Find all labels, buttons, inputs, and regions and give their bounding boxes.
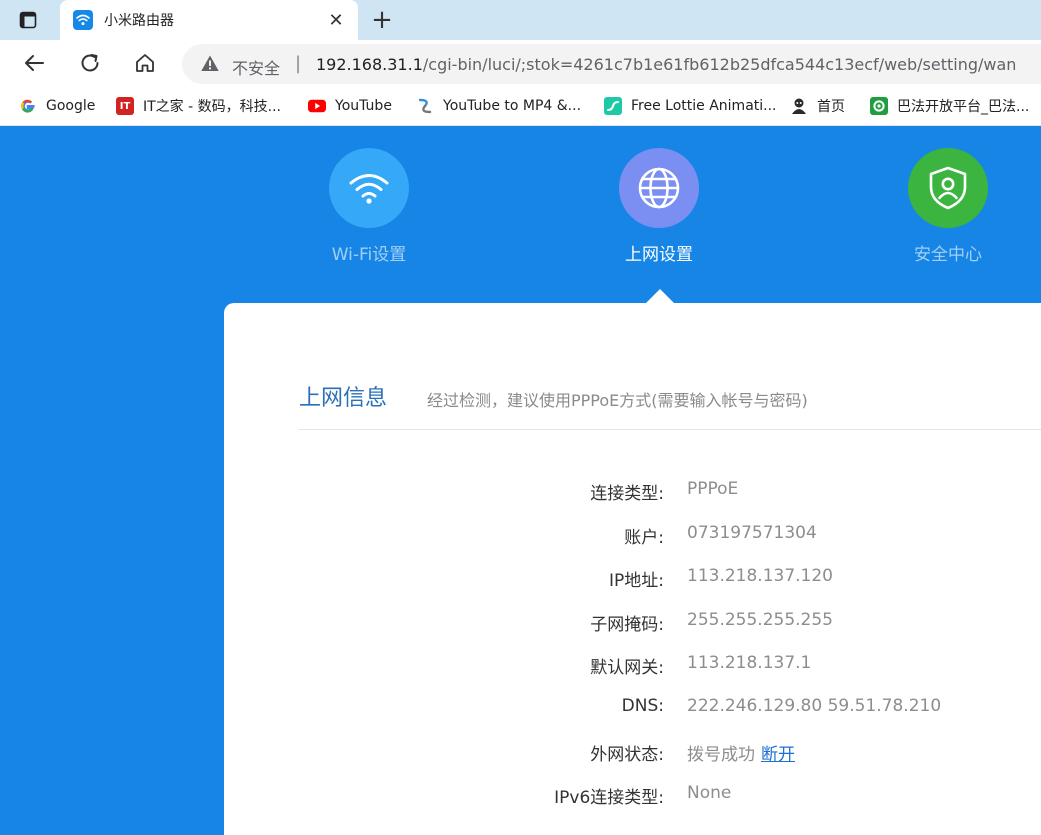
globe-icon xyxy=(619,148,699,228)
row-value: PPPoE xyxy=(687,479,739,499)
info-row-dns: DNS: 222.246.129.80 59.51.78.210 xyxy=(224,696,1041,720)
youtube-icon xyxy=(308,97,326,115)
back-button[interactable] xyxy=(19,48,49,78)
nav-label: 上网设置 xyxy=(625,245,693,265)
bookmark-ithome[interactable]: IT IT之家 - 数码，科技... xyxy=(116,95,281,117)
info-row-wan-status: 外网状态: 拨号成功 断开 xyxy=(224,740,1041,765)
active-nav-pointer xyxy=(646,289,674,303)
bookmark-label: 巴法开放平台_巴法... xyxy=(897,99,1030,115)
new-tab-button[interactable]: + xyxy=(368,6,396,34)
lottie-icon xyxy=(604,97,622,115)
reload-icon xyxy=(81,54,99,72)
row-value: 113.218.137.1 xyxy=(687,653,812,673)
row-value: None xyxy=(687,783,732,803)
url-text[interactable]: 192.168.31.1/cgi-bin/luci/;stok=4261c7b1… xyxy=(316,55,1016,74)
info-row-account: 账户: 073197571304 xyxy=(224,523,1041,548)
ithome-icon: IT xyxy=(116,97,134,115)
row-value-group: 拨号成功 断开 xyxy=(687,740,795,765)
window-icon xyxy=(19,11,37,29)
nav-label: Wi-Fi设置 xyxy=(331,245,407,265)
bookmark-label: Free Lottie Animati... xyxy=(631,98,777,114)
wifi-favicon-icon xyxy=(73,10,93,30)
info-row-default-gateway: 默认网关: 113.218.137.1 xyxy=(224,653,1041,678)
row-value: 222.246.129.80 59.51.78.210 xyxy=(687,696,942,716)
nav-wifi-settings[interactable]: Wi-Fi设置 xyxy=(289,148,449,265)
navigation-bar: 不安全 | 192.168.31.1/cgi-bin/luci/;stok=42… xyxy=(0,40,1041,86)
router-page: Wi-Fi设置 上网设置 安全中心 上网信息 经过检测，建议使用PPPoE方式(… xyxy=(0,127,1041,835)
wifi-icon xyxy=(329,148,409,228)
bookmark-home-page[interactable]: 首页 xyxy=(790,95,845,117)
tab-title: 小米路由器 xyxy=(104,13,174,29)
home-button[interactable] xyxy=(130,48,160,78)
address-bar[interactable]: 不安全 | 192.168.31.1/cgi-bin/luci/;stok=42… xyxy=(182,44,1041,84)
back-arrow-icon xyxy=(25,55,44,71)
shield-user-icon xyxy=(908,148,988,228)
bookmark-label: 首页 xyxy=(817,99,845,115)
address-separator: | xyxy=(295,53,302,74)
bookmark-label: Google xyxy=(46,98,96,114)
home-page-icon xyxy=(790,97,808,115)
panel-divider xyxy=(299,429,1041,430)
bookmarks-bar: Google IT IT之家 - 数码，科技... YouTube YouTub… xyxy=(0,86,1041,126)
row-label: IP地址: xyxy=(609,571,664,591)
nav-security-center[interactable]: 安全中心 xyxy=(868,148,1028,265)
bookmark-lottie[interactable]: Free Lottie Animati... xyxy=(604,95,777,117)
warning-icon[interactable] xyxy=(200,54,220,77)
url-path: /cgi-bin/luci/;stok=4261c7b1e61fb612b25d… xyxy=(422,55,1017,74)
not-secure-label[interactable]: 不安全 xyxy=(232,55,280,79)
panel-title: 上网信息 xyxy=(299,386,388,411)
bookmark-youtube[interactable]: YouTube xyxy=(308,95,392,117)
bafa-icon xyxy=(870,97,888,115)
home-icon xyxy=(136,54,154,72)
bookmark-label: YouTube to MP4 &... xyxy=(443,98,582,114)
google-icon xyxy=(19,97,37,115)
bookmark-youtube-to-mp4[interactable]: YouTube to MP4 &... xyxy=(416,95,581,117)
info-row-ip-address: IP地址: 113.218.137.120 xyxy=(224,566,1041,591)
row-label: DNS: xyxy=(621,696,664,716)
row-label: IPv6连接类型: xyxy=(554,788,664,808)
row-label: 外网状态: xyxy=(590,745,664,765)
reload-button[interactable] xyxy=(75,48,105,78)
close-tab-icon[interactable]: ✕ xyxy=(324,8,348,32)
panel-hint: 经过检测，建议使用PPPoE方式(需要输入帐号与密码) xyxy=(427,391,808,410)
info-row-subnet-mask: 子网掩码: 255.255.255.255 xyxy=(224,610,1041,635)
row-label: 默认网关: xyxy=(590,658,664,678)
row-label: 连接类型: xyxy=(590,484,664,504)
bookmark-label: YouTube xyxy=(335,98,392,114)
active-tab[interactable]: 小米路由器 ✕ xyxy=(60,0,358,40)
tab-bar: 小米路由器 ✕ + xyxy=(0,0,1041,40)
nav-label: 安全中心 xyxy=(914,245,982,265)
wan-status-text: 拨号成功 xyxy=(687,745,755,765)
disconnect-link[interactable]: 断开 xyxy=(761,745,795,765)
row-value: 073197571304 xyxy=(687,523,817,543)
bookmark-label: IT之家 - 数码，科技... xyxy=(143,99,281,115)
bookmark-bafa[interactable]: 巴法开放平台_巴法... xyxy=(870,95,1029,117)
row-value: 255.255.255.255 xyxy=(687,610,834,630)
info-row-ipv6-type: IPv6连接类型: None xyxy=(224,783,1041,808)
internet-info-panel: 上网信息 经过检测，建议使用PPPoE方式(需要输入帐号与密码) 连接类型: P… xyxy=(224,303,1041,835)
url-host: 192.168.31.1 xyxy=(316,55,423,74)
row-label: 子网掩码: xyxy=(590,615,664,635)
row-value: 113.218.137.120 xyxy=(687,566,834,586)
tab-actions-button[interactable] xyxy=(10,7,46,33)
row-label: 账户: xyxy=(624,528,664,548)
converter-icon xyxy=(416,97,434,115)
info-row-connection-type: 连接类型: PPPoE xyxy=(224,479,1041,504)
bookmark-google[interactable]: Google xyxy=(19,95,95,117)
nav-internet-settings[interactable]: 上网设置 xyxy=(579,148,739,265)
